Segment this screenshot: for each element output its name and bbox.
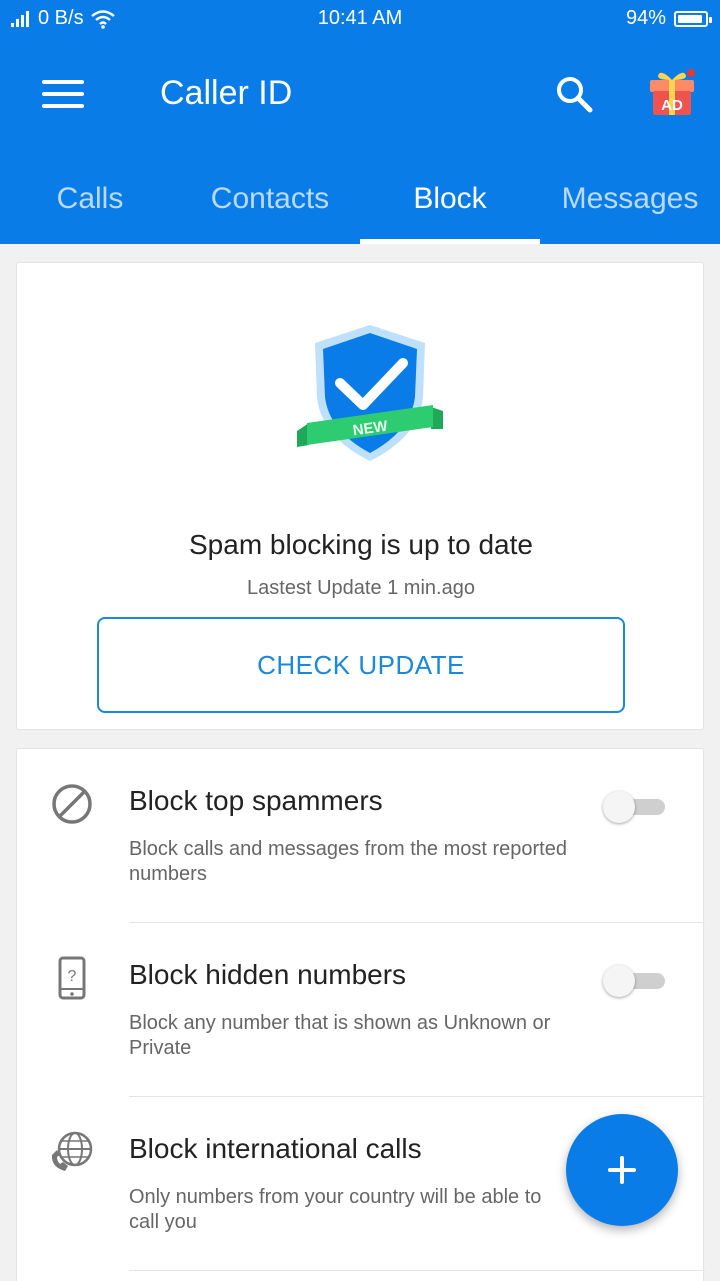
- battery-percent: 94%: [625, 7, 666, 29]
- tab-calls[interactable]: Calls: [0, 176, 180, 244]
- setting-description: Block any number that is shown as Unknow…: [129, 1012, 551, 1059]
- status-time: 10:41 AM: [317, 7, 403, 29]
- svg-text:?: ?: [68, 968, 77, 985]
- check-update-button[interactable]: CHECK UPDATE: [97, 617, 625, 713]
- setting-title: Block top spammers: [129, 785, 383, 816]
- hidden-number-phone-icon: ?: [58, 956, 86, 1000]
- status-bar: 0 B/s 10:41 AM 94%: [0, 0, 720, 36]
- add-block-fab[interactable]: [566, 1114, 678, 1226]
- gift-badge: AD: [661, 97, 683, 114]
- setting-title: Block international calls: [129, 1133, 422, 1164]
- tab-messages[interactable]: Messages: [540, 176, 720, 244]
- hamburger-menu-icon[interactable]: [42, 80, 86, 110]
- divider: [129, 1270, 705, 1271]
- setting-description: Only numbers from your country will be a…: [129, 1186, 542, 1233]
- status-bar-right: 94%: [625, 7, 712, 30]
- app-title: Caller ID: [160, 74, 293, 112]
- block-circle-icon: [52, 784, 92, 824]
- globe-phone-icon: [51, 1131, 93, 1171]
- spam-update-card: NEW Spam blocking is up to date Lastest …: [16, 262, 704, 730]
- setting-block-top-spammers[interactable]: Block top spammers Block calls and messa…: [17, 749, 705, 923]
- setting-block-hidden-numbers[interactable]: ? Block hidden numbers Block any number …: [17, 923, 705, 1097]
- update-status-subtitle: Lastest Update 1 min.ago: [247, 577, 475, 599]
- app-bar: Caller ID AD Calls Contacts Block Messag…: [0, 36, 720, 244]
- gift-ad-icon[interactable]: AD: [644, 64, 700, 120]
- setting-description: Block calls and messages from the most r…: [129, 838, 567, 885]
- block-hidden-numbers-toggle[interactable]: [603, 963, 671, 999]
- update-status-title: Spam blocking is up to date: [189, 529, 533, 560]
- tab-block[interactable]: Block: [360, 176, 540, 244]
- setting-title: Block hidden numbers: [129, 959, 407, 990]
- battery-icon: [674, 10, 712, 27]
- tab-bar: Calls Contacts Block Messages: [0, 176, 720, 244]
- shield-check-icon: NEW: [297, 325, 443, 461]
- battery-level: [678, 14, 703, 23]
- tab-contacts[interactable]: Contacts: [180, 176, 360, 244]
- block-top-spammers-toggle[interactable]: [603, 789, 671, 825]
- search-icon[interactable]: [554, 74, 594, 114]
